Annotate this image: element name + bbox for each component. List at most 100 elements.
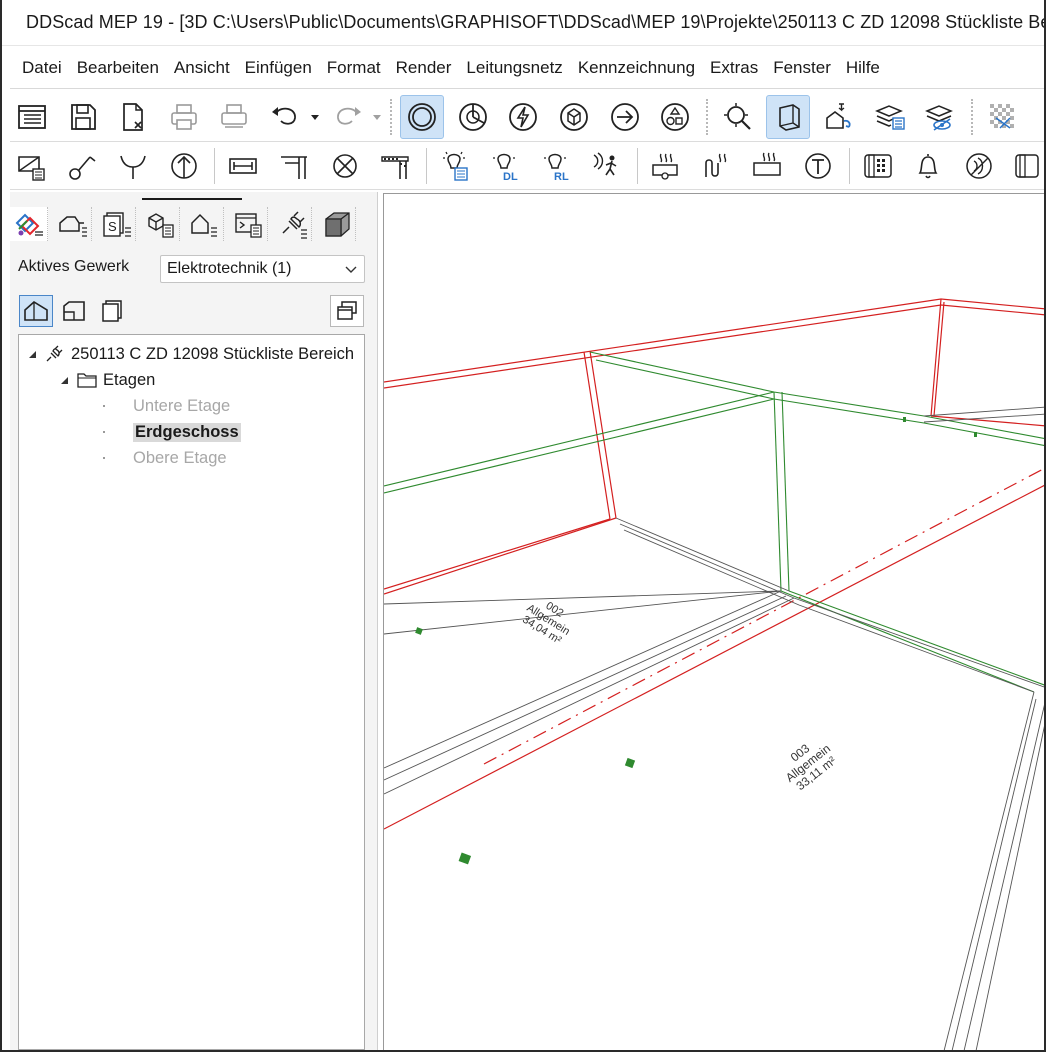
tree-floors-group[interactable]: Etagen — [59, 369, 155, 391]
3d-box-icon — [779, 103, 801, 131]
telephone-button[interactable] — [856, 144, 900, 188]
intercom-button[interactable] — [1007, 144, 1044, 188]
menu-leitungsnetz[interactable]: Leitungsnetz — [466, 58, 570, 78]
close-document-button[interactable] — [111, 95, 155, 139]
tree-floor-item-active[interactable]: Erdgeschoss — [103, 421, 241, 443]
light-rl-button[interactable]: RL — [534, 144, 578, 188]
tab-schematic[interactable]: S — [98, 207, 136, 241]
cube-circle-icon — [560, 102, 588, 131]
dimension-button[interactable] — [221, 144, 265, 188]
building-tree-icon — [58, 216, 87, 237]
layers-visibility-button[interactable] — [918, 95, 962, 139]
folder-icon — [77, 373, 97, 388]
layers-button[interactable] — [868, 95, 912, 139]
building-view-button[interactable] — [19, 295, 53, 327]
document-close-icon — [123, 102, 144, 131]
tab-floors[interactable] — [186, 207, 224, 241]
layers-eye-icon — [925, 104, 954, 131]
device-list-button[interactable] — [10, 144, 54, 188]
tab-3d-model[interactable] — [318, 207, 356, 241]
cube-3d-icon — [324, 212, 350, 237]
bell-icon — [918, 153, 938, 178]
thermostat-t-icon — [805, 152, 831, 179]
print-preview-button[interactable] — [212, 95, 256, 139]
menu-fenster[interactable]: Fenster — [773, 58, 839, 78]
sheets-view-button[interactable] — [95, 295, 129, 327]
toolbar-grip[interactable] — [970, 98, 975, 135]
undo-dropdown[interactable] — [308, 95, 322, 139]
zoom-button[interactable] — [716, 95, 760, 139]
floor-plan-view-button[interactable] — [57, 295, 91, 327]
expanded-triangle-icon — [29, 351, 36, 358]
menu-format[interactable]: Format — [327, 58, 389, 78]
schematic-s-icon: S — [102, 212, 131, 237]
navigator-tabs: S — [10, 206, 362, 242]
tab-connections[interactable] — [274, 207, 312, 241]
title-bar: DDScad MEP 19 - [3D C:\Users\Public\Docu… — [2, 0, 1044, 46]
redo-button[interactable] — [326, 95, 370, 139]
menu-ansicht[interactable]: Ansicht — [174, 58, 238, 78]
sound-button[interactable] — [957, 144, 1001, 188]
heater-icon — [652, 153, 678, 180]
plug-icon — [281, 211, 307, 239]
toolbar-grip[interactable] — [705, 98, 710, 135]
menu-kennzeichnung[interactable]: Kennzeichnung — [578, 58, 703, 78]
menu-extras[interactable]: Extras — [710, 58, 766, 78]
shapes-button[interactable] — [653, 95, 697, 139]
menu-render[interactable]: Render — [396, 58, 460, 78]
heating-button[interactable] — [644, 144, 688, 188]
antenna-button[interactable] — [111, 144, 155, 188]
tab-trades[interactable] — [10, 207, 48, 241]
light-calc-button[interactable] — [433, 144, 477, 188]
tree-connector — [103, 405, 105, 407]
intercom-icon — [1015, 153, 1040, 178]
tree-floor-item[interactable]: Obere Etage — [103, 447, 227, 469]
3d-view-button[interactable] — [766, 94, 811, 139]
active-trade-label: Aktives Gewerk — [18, 258, 130, 275]
active-trade-select[interactable]: Elektrotechnik (1) — [160, 255, 365, 283]
direction-button[interactable] — [603, 95, 647, 139]
redo-dropdown[interactable] — [370, 95, 384, 139]
terminal-block-button[interactable] — [373, 144, 417, 188]
distribution-button[interactable] — [272, 144, 316, 188]
tab-objects[interactable] — [142, 207, 180, 241]
tab-building[interactable] — [54, 207, 92, 241]
hatch-button[interactable] — [981, 95, 1025, 139]
tree-floor-item[interactable]: Untere Etage — [103, 395, 230, 417]
floor-heating-button[interactable] — [695, 144, 739, 188]
radiator-button[interactable] — [745, 144, 789, 188]
light-dl-button[interactable]: DL — [483, 144, 527, 188]
switch-button[interactable] — [61, 144, 105, 188]
luminaire-button[interactable] — [323, 144, 367, 188]
green-walls — [384, 351, 1044, 693]
pipe-view-button[interactable] — [400, 94, 445, 139]
print-button[interactable] — [162, 95, 206, 139]
sector-button[interactable] — [451, 95, 495, 139]
shapes-circle-icon — [661, 102, 690, 131]
3d-viewport[interactable]: 002 Allgemein 34,04 m² 003 Allgemein 33,… — [383, 193, 1044, 1050]
menu-datei[interactable]: Datei — [22, 58, 70, 78]
floor-switch-button[interactable] — [817, 95, 861, 139]
plug-icon — [46, 345, 63, 362]
panel-drag-handle[interactable] — [142, 198, 242, 200]
tree-connector — [103, 431, 105, 433]
expanded-triangle-icon — [61, 377, 68, 384]
tree-project-node[interactable]: 250113 C ZD 12098 Stückliste Bereich — [27, 343, 354, 365]
thermostat-button[interactable] — [796, 144, 840, 188]
undo-button[interactable] — [263, 95, 307, 139]
project-browser-button[interactable] — [10, 95, 54, 139]
electrical-button[interactable] — [501, 95, 545, 139]
object-button[interactable] — [552, 95, 596, 139]
tab-commands[interactable] — [230, 207, 268, 241]
save-button[interactable] — [61, 95, 105, 139]
outlet-button[interactable] — [162, 144, 206, 188]
menu-einfuegen[interactable]: Einfügen — [245, 58, 320, 78]
toolbar-grip[interactable] — [390, 98, 394, 135]
window-arrange-button[interactable] — [330, 295, 364, 327]
motion-sensor-button[interactable] — [585, 144, 629, 188]
menu-hilfe[interactable]: Hilfe — [846, 58, 888, 78]
undo-icon — [271, 106, 296, 125]
menu-bearbeiten[interactable]: Bearbeiten — [77, 58, 167, 78]
toolbar-separator — [848, 147, 850, 184]
alarm-bell-button[interactable] — [906, 144, 950, 188]
